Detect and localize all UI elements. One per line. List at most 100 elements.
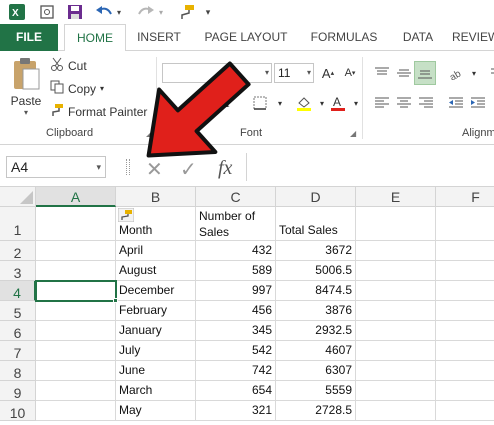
borders-icon[interactable] [250,93,270,113]
cell-c4[interactable]: 997 [196,281,276,301]
select-all-corner[interactable] [0,187,36,207]
borders-dropdown-icon[interactable]: ▾ [270,93,290,113]
cell-c8[interactable]: 742 [196,361,276,381]
cell-e8[interactable] [356,361,436,381]
column-header-f[interactable]: F [436,187,494,207]
cell-f4[interactable] [436,281,494,301]
name-box[interactable]: A4 ▾ [6,156,106,178]
column-header-a[interactable]: A [36,187,116,207]
excel-logo-icon[interactable]: X [8,3,26,21]
formula-bar-grip[interactable] [126,159,130,175]
cell-d1[interactable]: Total Sales [276,207,356,241]
align-right-icon[interactable] [416,93,436,113]
cell-d6[interactable]: 2932.5 [276,321,356,341]
cell-d9[interactable]: 5559 [276,381,356,401]
cell-b3[interactable]: August [116,261,196,281]
increase-indent-icon[interactable] [468,93,488,113]
clipboard-launcher-icon[interactable]: ◢ [146,129,152,138]
touch-mode-icon[interactable] [38,3,56,21]
cell-c7[interactable]: 542 [196,341,276,361]
wrap-text-icon[interactable] [486,63,494,83]
cell-a8[interactable] [36,361,116,381]
cell-c10[interactable]: 321 [196,401,276,421]
cell-d5[interactable]: 3876 [276,301,356,321]
row-header-10[interactable]: 10 [0,401,36,421]
cell-a9[interactable] [36,381,116,401]
cell-f9[interactable] [436,381,494,401]
cell-e4[interactable] [356,281,436,301]
cell-c1[interactable]: Number of Sales [196,207,276,241]
cell-c9[interactable]: 654 [196,381,276,401]
cell-c3[interactable]: 589 [196,261,276,281]
format-painter-button[interactable]: Format Painter [50,103,147,120]
cell-d3[interactable]: 5006.5 [276,261,356,281]
fill-color-icon[interactable] [294,93,314,113]
row-header-3[interactable]: 3 [0,261,36,281]
cell-f1[interactable] [436,207,494,241]
cell-d4[interactable]: 8474.5 [276,281,356,301]
align-bottom-icon[interactable] [414,61,436,85]
row-header-1[interactable]: 1 [0,207,36,241]
customize-qat-icon[interactable]: ▾ [202,3,214,21]
cell-b7[interactable]: July [116,341,196,361]
cell-f2[interactable] [436,241,494,261]
paste-options-icon[interactable] [117,207,135,225]
cell-b5[interactable]: February [116,301,196,321]
enter-icon[interactable]: ✓ [180,157,197,182]
fill-handle[interactable] [113,298,118,303]
decrease-indent-icon[interactable] [446,93,466,113]
cell-b6[interactable]: January [116,321,196,341]
column-header-d[interactable]: D [276,187,356,207]
cell-a6[interactable] [36,321,116,341]
undo-dropdown-icon[interactable]: ▾ [114,3,124,21]
italic-icon[interactable]: I [218,93,238,113]
row-header-7[interactable]: 7 [0,341,36,361]
cell-d8[interactable]: 6307 [276,361,356,381]
orientation-dropdown-icon[interactable]: ▾ [464,63,484,83]
cell-c2[interactable]: 432 [196,241,276,261]
tab-page-layout[interactable]: PAGE LAYOUT [200,24,292,51]
cell-e10[interactable] [356,401,436,421]
cell-b1[interactable]: Month [116,207,196,241]
align-top-icon[interactable] [372,63,392,83]
cell-f6[interactable] [436,321,494,341]
insert-function-icon[interactable]: fx [218,157,232,180]
row-header-9[interactable]: 9 [0,381,36,401]
paste-button[interactable]: Paste ▾ [8,57,44,117]
cut-button[interactable]: Cut [50,57,87,74]
cell-a5[interactable] [36,301,116,321]
cell-e2[interactable] [356,241,436,261]
row-header-2[interactable]: 2 [0,241,36,261]
cell-f8[interactable] [436,361,494,381]
align-center-icon[interactable] [394,93,414,113]
cell-c6[interactable]: 345 [196,321,276,341]
increase-font-icon[interactable]: A ▴ [318,63,338,83]
cell-b10[interactable]: May [116,401,196,421]
cell-e3[interactable] [356,261,436,281]
cell-a1[interactable] [36,207,116,241]
cell-a10[interactable] [36,401,116,421]
cell-f5[interactable] [436,301,494,321]
cell-e7[interactable] [356,341,436,361]
column-header-c[interactable]: C [196,187,276,207]
font-name-combo[interactable]: ▾ [162,63,272,83]
cell-b2[interactable]: April [116,241,196,261]
column-header-e[interactable]: E [356,187,436,207]
row-header-6[interactable]: 6 [0,321,36,341]
cell-c5[interactable]: 456 [196,301,276,321]
tab-file[interactable]: FILE [0,24,58,51]
row-header-5[interactable]: 5 [0,301,36,321]
save-icon[interactable] [66,3,84,21]
redo-icon[interactable] [136,3,156,21]
copy-button[interactable]: Copy ▾ [50,80,104,97]
cancel-icon[interactable]: ✕ [146,157,163,182]
cell-d7[interactable]: 4607 [276,341,356,361]
cell-a2[interactable] [36,241,116,261]
tab-review[interactable]: REVIEW [452,24,494,51]
tab-formulas[interactable]: FORMULAS [306,24,382,51]
redo-dropdown-icon[interactable]: ▾ [156,3,166,21]
cell-b8[interactable]: June [116,361,196,381]
cell-e5[interactable] [356,301,436,321]
row-header-8[interactable]: 8 [0,361,36,381]
align-middle-icon[interactable] [394,63,414,83]
